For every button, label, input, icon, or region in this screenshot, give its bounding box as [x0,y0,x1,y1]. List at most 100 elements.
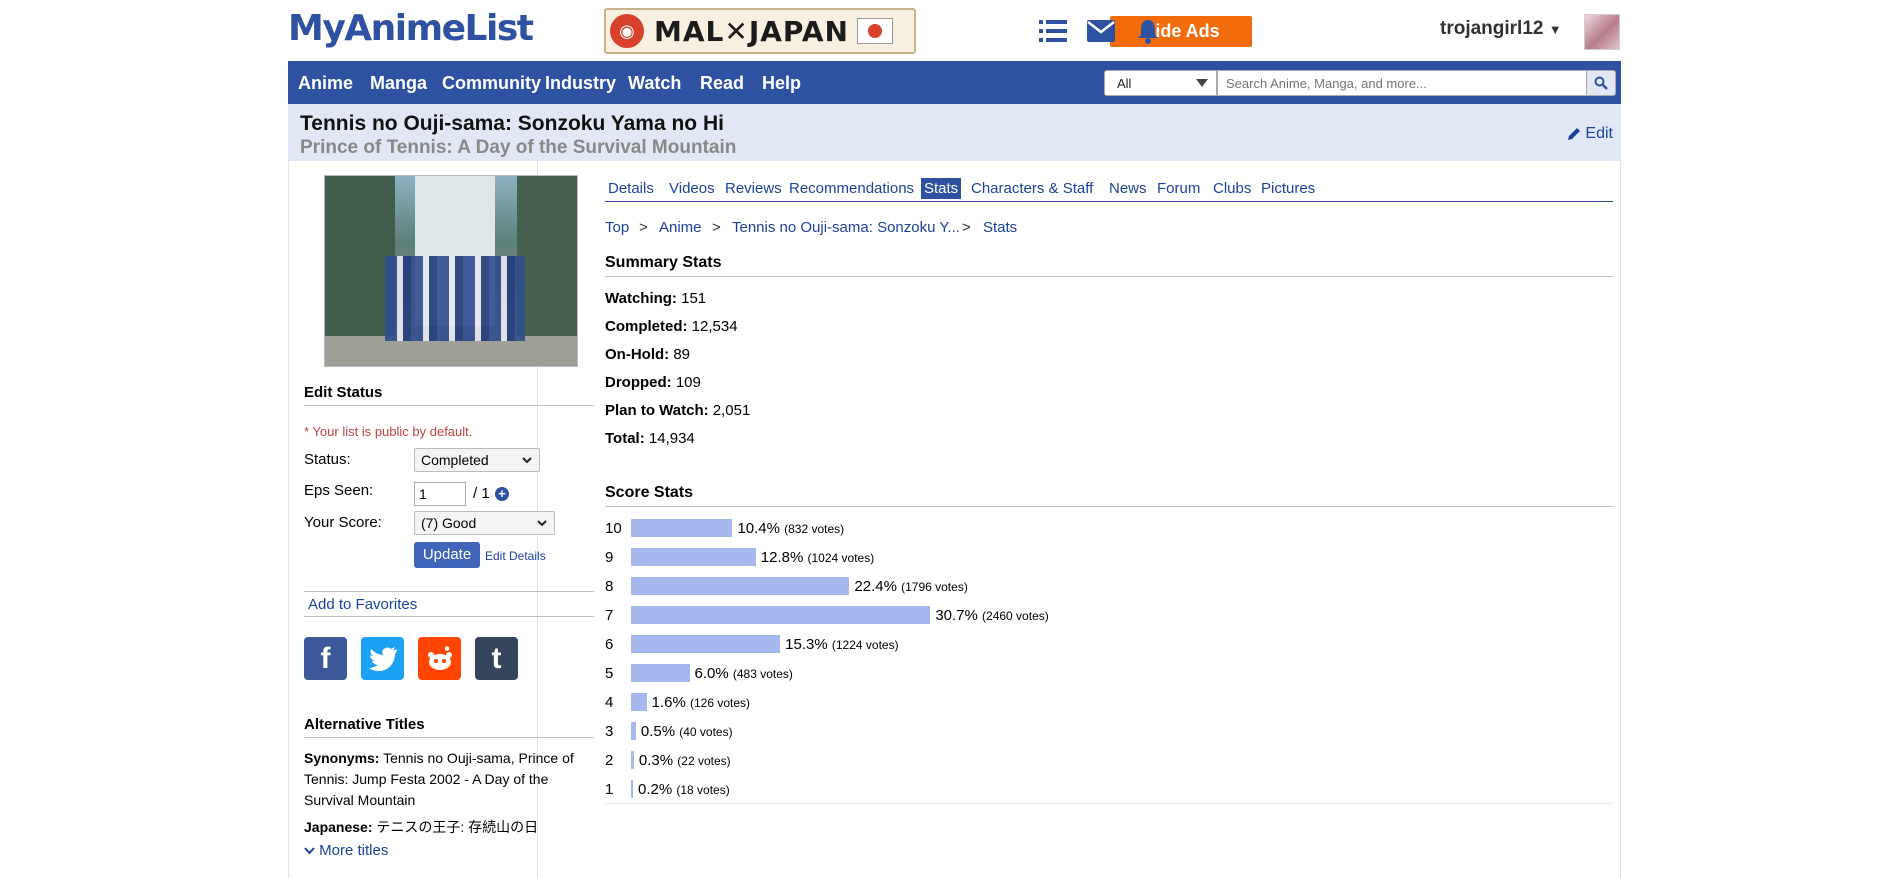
stat-label: On-Hold: [605,346,670,363]
alternative-titles-heading: Alternative Titles [304,716,594,738]
tab-reviews[interactable]: Reviews [722,178,785,199]
score-percent-text: 12.8% [760,549,804,566]
anime-tabs: Details Videos Reviews Recommendations S… [605,177,1613,202]
tab-forum[interactable]: Forum [1154,178,1203,199]
stat-label: Plan to Watch: [605,402,709,419]
stat-value: 14,934 [648,430,695,447]
summary-on-hold: On-Hold: 89 [605,346,690,363]
chevron-down-icon [537,520,547,527]
score-percent-text: 30.7% [935,607,978,624]
reddit-share-icon[interactable] [418,637,461,680]
score-percentage: 12.8% (1024 votes) [761,549,874,566]
score-label: 8 [605,578,614,595]
more-titles-label: More titles [319,842,389,859]
breadcrumb-separator: > [962,219,971,236]
score-votes: (22 votes) [677,754,731,768]
score-percent-text: 1.6% [651,694,686,711]
status-value: Completed [421,452,489,468]
stat-label: Watching: [605,290,677,307]
score-label: 6 [605,636,614,653]
japanese-label: Japanese: [304,819,373,835]
breadcrumb-stats[interactable]: Stats [983,219,1017,236]
score-percentage: 0.5% (40 votes) [641,723,733,740]
breadcrumb-anime[interactable]: Anime [659,219,702,236]
score-bar [631,693,647,711]
score-percentage: 1.6% (126 votes) [652,694,750,711]
synonyms-entry: Synonyms: Tennis no Ouji-sama, Prince of… [304,748,594,811]
stat-value: 12,534 [691,318,738,335]
score-bar [631,548,756,566]
increment-eps-button[interactable]: + [495,487,509,501]
score-votes: (1796 votes) [901,580,968,594]
score-row: 3 0.5% (40 votes) [605,720,1305,742]
summary-plan-to-watch: Plan to Watch: 2,051 [605,402,750,419]
score-votes: (126 votes) [689,696,750,710]
tumblr-share-icon[interactable]: t [475,637,518,680]
facebook-share-icon[interactable]: f [304,637,347,680]
summary-total: Total: 14,934 [605,430,695,447]
score-row: 10 10.4% (832 votes) [605,517,1305,539]
tab-details[interactable]: Details [605,178,657,199]
score-percentage: 15.3% (1224 votes) [785,636,898,653]
score-stats-table: 10 10.4% (832 votes) 9 12.8% (1024 votes) 8 2… [605,517,1613,804]
stat-label: Dropped: [605,374,672,391]
score-label: 5 [605,665,614,682]
eps-seen-label: Eps Seen: [304,482,374,499]
score-votes: (2460 votes) [982,609,1049,623]
score-votes: (1024 votes) [807,551,875,565]
tab-stats[interactable]: Stats [921,178,962,199]
score-percentage: 0.2% (18 votes) [638,781,730,798]
update-button[interactable]: Update [414,542,480,568]
score-label: 1 [605,781,614,798]
score-row: 7 30.7% (2460 votes) [605,604,1305,626]
tab-recommendations[interactable]: Recommendations [786,178,917,199]
stat-value: 2,051 [712,402,751,419]
stat-value: 109 [675,374,701,391]
breadcrumb-top[interactable]: Top [605,219,629,236]
score-percent-text: 0.5% [640,723,676,740]
breadcrumb-separator: > [639,219,648,236]
score-bar [631,751,634,769]
score-percentage: 30.7% (2460 votes) [935,607,1048,624]
stat-label: Completed: [605,318,688,335]
score-row: 1 0.2% (18 votes) [605,778,1305,800]
your-score-label: Your Score: [304,514,382,531]
tab-characters-staff[interactable]: Characters & Staff [968,178,1096,199]
edit-details-link[interactable]: Edit Details [485,549,546,563]
score-votes: (18 votes) [676,783,730,797]
score-bar [631,519,733,537]
score-row: 2 0.3% (22 votes) [605,749,1305,771]
stat-label: Total: [605,430,645,447]
score-label: 2 [605,752,614,769]
score-votes: (832 votes) [784,522,845,536]
score-votes: (483 votes) [732,667,793,681]
eps-total: / 1 [473,485,490,502]
score-label: 3 [605,723,614,740]
score-label: 7 [605,607,614,624]
tab-videos[interactable]: Videos [666,178,718,199]
score-votes: (40 votes) [679,725,733,739]
more-titles-link[interactable]: More titles [304,842,388,859]
tab-pictures[interactable]: Pictures [1258,178,1318,199]
tab-clubs[interactable]: Clubs [1210,178,1254,199]
breadcrumb-separator: > [712,219,721,236]
synonyms-label: Synonyms: [304,750,380,766]
score-votes: (1224 votes) [831,638,899,652]
score-select[interactable]: (7) Good [414,511,555,535]
eps-seen-input[interactable] [414,482,466,506]
score-value: (7) Good [421,515,477,531]
score-label: 9 [605,549,614,566]
twitter-share-icon[interactable] [361,637,404,680]
score-percentage: 0.3% (22 votes) [639,752,731,769]
status-select[interactable]: Completed [414,448,540,472]
stat-value: 151 [681,290,707,307]
score-percent-text: 0.3% [638,752,674,769]
anime-poster-image[interactable] [324,175,578,367]
score-percent-text: 6.0% [694,665,729,682]
score-stats-heading: Score Stats [605,484,1613,507]
score-bar [631,722,636,740]
tab-news[interactable]: News [1106,178,1150,199]
add-to-favorites-link[interactable]: Add to Favorites [304,591,594,617]
score-percent-text: 0.2% [638,781,673,798]
breadcrumb-title[interactable]: Tennis no Ouji-sama: Sonzoku Y... [732,219,960,236]
